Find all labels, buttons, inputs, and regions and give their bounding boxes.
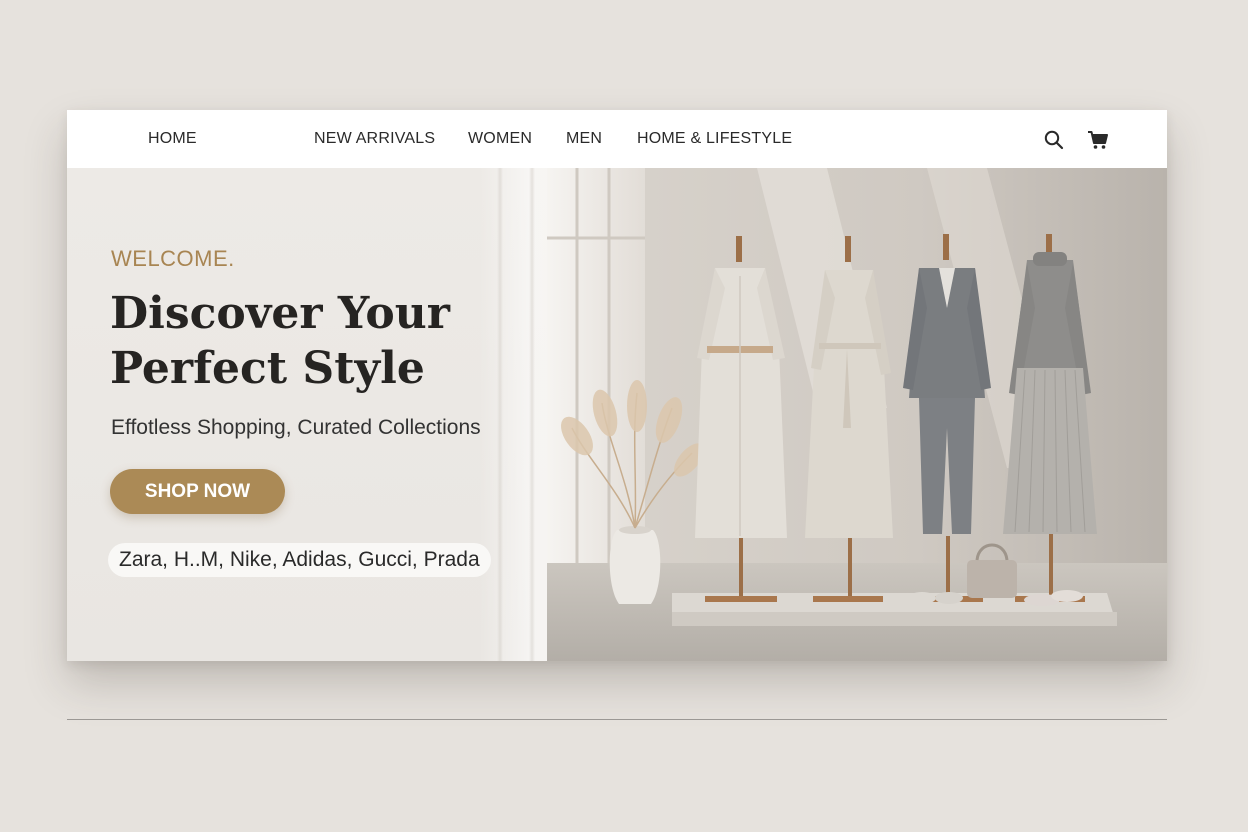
cart-icon[interactable]: [1087, 129, 1109, 151]
hero-image: [547, 168, 1167, 661]
hero-headline-line1: Discover Your: [110, 288, 450, 339]
page-divider: [67, 719, 1167, 720]
curtain-fold: [529, 168, 535, 661]
hero-card: HOME NEW ARRIVALS WOMEN MEN HOME & LIFES…: [67, 110, 1167, 661]
welcome-eyebrow: WELCOME.: [111, 246, 235, 271]
nav-home-lifestyle[interactable]: HOME & LIFESTYLE: [637, 110, 792, 168]
search-icon[interactable]: [1043, 129, 1065, 151]
nav-women[interactable]: WOMEN: [468, 110, 532, 168]
brands-pill: Zara, H..M, Nike, Adidas, Gucci, Prada: [108, 543, 491, 577]
top-navbar: HOME NEW ARRIVALS WOMEN MEN HOME & LIFES…: [67, 110, 1167, 168]
nav-new-arrivals[interactable]: NEW ARRIVALS: [314, 110, 435, 168]
nav-men[interactable]: MEN: [566, 110, 602, 168]
shop-now-button[interactable]: SHOP NOW: [110, 469, 285, 514]
hero-headline: Discover Your Perfect Style: [110, 286, 530, 396]
curtain-fold: [497, 168, 503, 661]
hero-subheadline: Effotless Shopping, Curated Collections: [111, 416, 481, 439]
nav-home[interactable]: HOME: [148, 110, 197, 168]
hero-headline-line2: Perfect Style: [110, 343, 425, 394]
hero-text-panel: [67, 168, 547, 661]
